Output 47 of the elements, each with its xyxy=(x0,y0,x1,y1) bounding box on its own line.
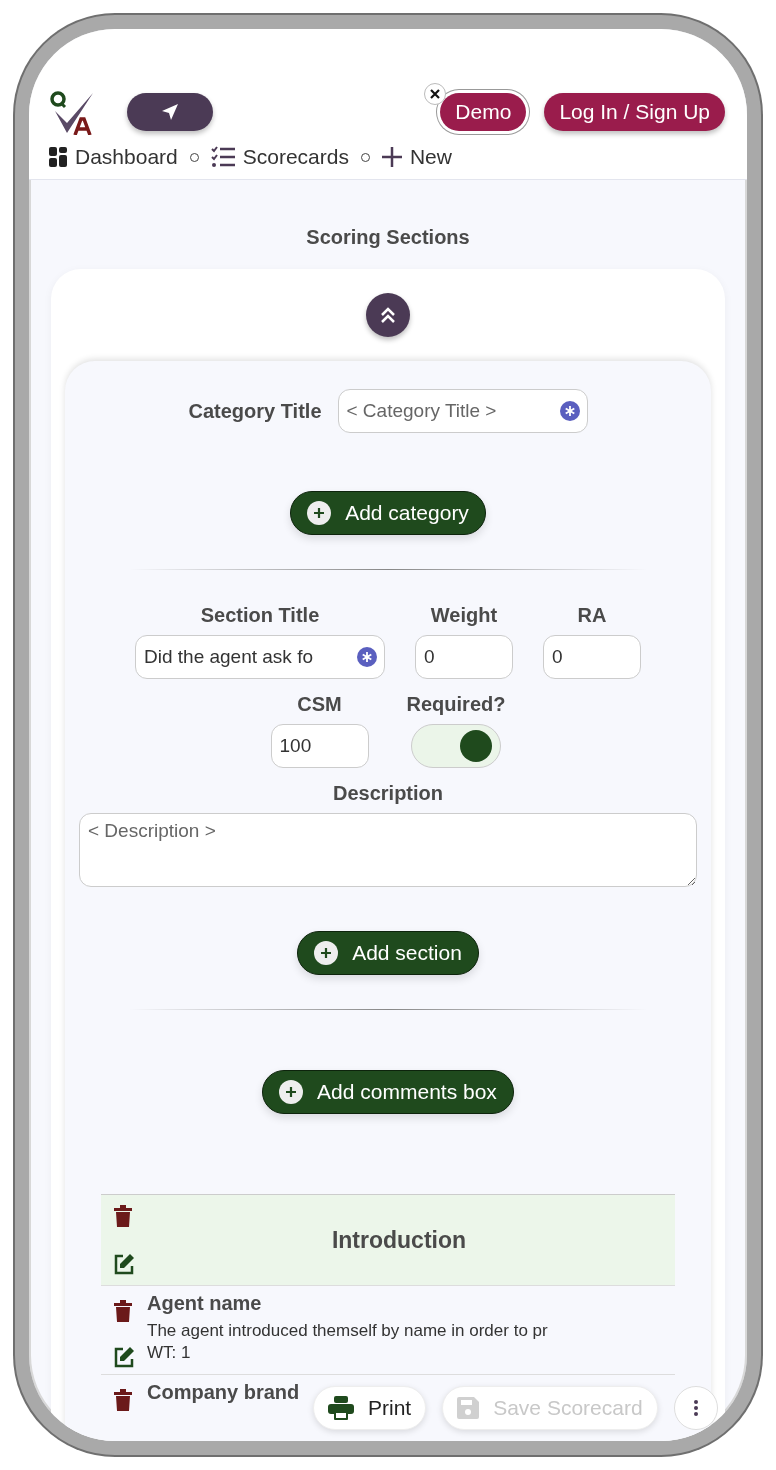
field-label: Section Title xyxy=(200,604,320,627)
field-label: Required? xyxy=(406,693,506,716)
collapse-button[interactable] xyxy=(366,293,410,337)
field-label: Weight xyxy=(430,604,498,627)
nav-link[interactable]: Scorecards xyxy=(210,145,349,169)
section-title-field[interactable]: Did the agent ask fo xyxy=(135,635,385,679)
required-toggle[interactable] xyxy=(411,724,501,768)
printer-icon xyxy=(328,1396,354,1420)
plus-circle-icon xyxy=(314,941,339,965)
weight-field[interactable]: 0 xyxy=(415,635,513,679)
plus-circle-icon xyxy=(307,501,332,525)
field-label: RA xyxy=(577,604,607,627)
double-chevron-up-icon xyxy=(379,306,397,324)
plus-icon xyxy=(381,147,402,167)
nav-link[interactable]: New xyxy=(381,145,452,169)
edit-icon[interactable] xyxy=(113,1346,135,1368)
section-description: The agent introduced themself by name in order to pr xyxy=(147,1321,548,1341)
field-label: Category Title xyxy=(188,399,322,423)
close-icon xyxy=(430,89,441,99)
ra-field[interactable]: 0 xyxy=(543,635,641,679)
more-vertical-icon xyxy=(693,1400,698,1416)
plus-circle-icon xyxy=(279,1080,304,1104)
field-label: CSM xyxy=(297,693,342,716)
field-label: Description xyxy=(333,782,443,805)
nav-link[interactable]: Dashboard xyxy=(49,145,178,169)
section-title: Agent name xyxy=(147,1292,263,1315)
add-comments-box-button[interactable]: Add comments box xyxy=(262,1070,514,1114)
trash-icon[interactable] xyxy=(113,1300,133,1322)
dashboard-icon xyxy=(49,147,67,167)
login-button[interactable]: Log In / Sign Up xyxy=(544,93,725,131)
trash-icon[interactable] xyxy=(113,1389,133,1411)
description-field[interactable]: < Description > xyxy=(79,813,697,887)
section-weight: WT: 1 xyxy=(147,1343,192,1363)
section-title: Company brand xyxy=(147,1381,300,1404)
edit-icon[interactable] xyxy=(113,1253,135,1275)
navigation-arrow-icon xyxy=(162,104,178,120)
category-title-field[interactable]: < Category Title > xyxy=(337,389,588,433)
csm-field[interactable]: 100 xyxy=(270,724,369,768)
page-title: Scoring Sections xyxy=(305,226,471,249)
category-title: Introduction xyxy=(330,1226,468,1254)
location-button[interactable] xyxy=(127,93,213,131)
add-section-button[interactable]: Add section xyxy=(297,931,479,975)
close-button[interactable] xyxy=(424,83,447,105)
add-category-button[interactable]: Add category xyxy=(290,491,486,535)
checklist-icon xyxy=(210,146,235,168)
print-button[interactable]: Print xyxy=(313,1386,427,1430)
trash-icon[interactable] xyxy=(113,1205,133,1227)
